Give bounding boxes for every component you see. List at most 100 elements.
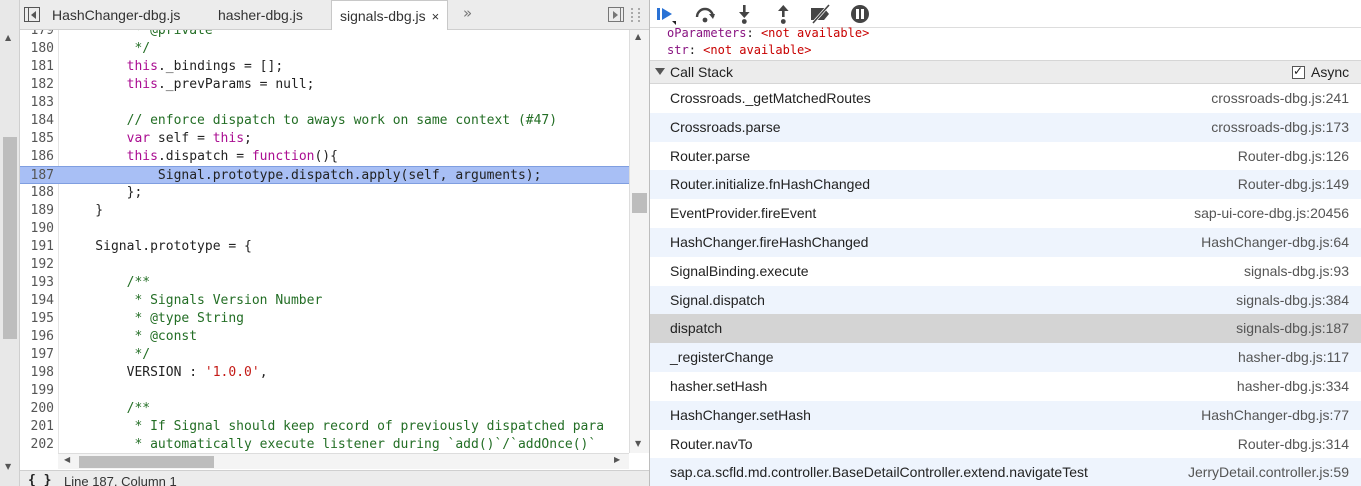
line-number[interactable]: 182 <box>20 76 54 94</box>
line-number[interactable]: 181 <box>20 58 54 76</box>
scrollbar-thumb[interactable] <box>79 456 214 468</box>
code-line[interactable]: 190 <box>20 220 629 238</box>
tab-signals[interactable]: signals-dbg.js × <box>331 0 449 30</box>
frame-location-link[interactable]: signals-dbg.js:93 <box>1244 257 1349 286</box>
call-frame[interactable]: hasher.setHash hasher-dbg.js:334 <box>650 372 1361 401</box>
editor-horizontal-scrollbar[interactable]: ◀ ▶ <box>58 453 629 469</box>
code-line[interactable]: 195 * @type String <box>20 310 629 328</box>
code-line[interactable]: 183 <box>20 94 629 112</box>
step-over-icon[interactable] <box>694 3 716 25</box>
code-line[interactable]: 188 }; <box>20 184 629 202</box>
scroll-left-arrow-icon[interactable]: ◀ <box>64 455 70 464</box>
code-line[interactable]: 184 // enforce dispatch to aways work on… <box>20 112 629 130</box>
navigator-scrollbar[interactable]: ▲ ▼ <box>0 0 20 486</box>
code-line[interactable]: 199 <box>20 382 629 400</box>
code-line[interactable]: 201 * If Signal should keep record of pr… <box>20 418 629 436</box>
tab-hasher[interactable]: hasher-dbg.js <box>210 0 311 30</box>
frame-location-link[interactable]: signals-dbg.js:187 <box>1236 314 1349 343</box>
line-number[interactable]: 190 <box>20 220 54 238</box>
scope-row[interactable]: str: <not available> <box>667 42 812 58</box>
code-line[interactable]: 182 this._prevParams = null; <box>20 76 629 94</box>
call-frame[interactable]: Crossroads._getMatchedRoutes crossroads-d… <box>650 84 1361 113</box>
line-number[interactable]: 194 <box>20 292 54 310</box>
call-frame[interactable]: _registerChange hasher-dbg.js:117 <box>650 343 1361 373</box>
toggle-navigator-icon[interactable] <box>24 7 40 22</box>
code-line[interactable]: 196 * @const <box>20 328 629 346</box>
code-line[interactable]: 179 * @private <box>20 30 629 40</box>
line-number[interactable]: 180 <box>20 40 54 58</box>
call-frame[interactable]: Signal.dispatch signals-dbg.js:384 <box>650 285 1361 315</box>
line-number[interactable]: 189 <box>20 202 54 220</box>
line-number[interactable]: 202 <box>20 436 54 453</box>
frame-location-link[interactable]: HashChanger-dbg.js:77 <box>1201 401 1349 430</box>
call-frame[interactable]: SignalBinding.execute signals-dbg.js:93 <box>650 257 1361 286</box>
frame-location-link[interactable]: hasher-dbg.js:117 <box>1238 343 1349 372</box>
more-tabs-chevron-icon[interactable]: » <box>463 4 472 22</box>
close-icon[interactable]: × <box>432 9 440 24</box>
code-line[interactable]: 202 * automatically execute listener dur… <box>20 436 629 453</box>
line-number[interactable]: 185 <box>20 130 54 148</box>
call-frame[interactable]: Router.initialize.fnHashChanged Router-db… <box>650 170 1361 200</box>
pane-resizer-grip-icon[interactable] <box>631 8 640 22</box>
code-line[interactable]: 186 this.dispatch = function(){ <box>20 148 629 166</box>
tab-hashchanger[interactable]: HashChanger-dbg.js <box>44 0 188 30</box>
code-line[interactable]: 197 */ <box>20 346 629 364</box>
pause-on-exceptions-icon[interactable] <box>849 3 871 25</box>
code-editor[interactable]: 179 * @private 180 */181 this._bindings =… <box>20 30 629 453</box>
scroll-up-arrow-icon[interactable]: ▲ <box>635 32 641 41</box>
frame-location-link[interactable]: signals-dbg.js:384 <box>1236 286 1349 315</box>
call-frame[interactable]: HashChanger.setHash HashChanger-dbg.js:77 <box>650 400 1361 430</box>
code-line[interactable]: 185 var self = this; <box>20 130 629 148</box>
line-number[interactable]: 200 <box>20 400 54 418</box>
resume-icon[interactable] <box>654 3 677 26</box>
step-into-icon[interactable] <box>733 3 755 25</box>
scrollbar-thumb[interactable] <box>3 137 17 339</box>
call-stack-header[interactable]: Call Stack Async <box>650 60 1361 84</box>
line-number[interactable]: 193 <box>20 274 54 292</box>
code-line[interactable]: 194 * Signals Version Number <box>20 292 629 310</box>
line-number[interactable]: 196 <box>20 328 54 346</box>
line-number[interactable]: 184 <box>20 112 54 130</box>
code-line[interactable]: 189 } <box>20 202 629 220</box>
async-checkbox[interactable]: Async <box>1292 64 1349 80</box>
checkbox-icon[interactable] <box>1292 64 1305 79</box>
frame-location-link[interactable]: crossroads-dbg.js:241 <box>1211 84 1349 113</box>
call-frame[interactable]: Router.parse Router-dbg.js:126 <box>650 142 1361 171</box>
frame-location-link[interactable]: hasher-dbg.js:334 <box>1237 372 1349 401</box>
frame-location-link[interactable]: crossroads-dbg.js:173 <box>1211 113 1349 142</box>
code-line[interactable]: 181 this._bindings = []; <box>20 58 629 76</box>
deactivate-breakpoints-icon[interactable] <box>809 3 831 25</box>
expand-triangle-icon[interactable] <box>655 68 665 75</box>
line-number[interactable]: 192 <box>20 256 54 274</box>
line-number[interactable]: 195 <box>20 310 54 328</box>
call-frame[interactable]: Router.navTo Router-dbg.js:314 <box>650 430 1361 459</box>
code-line[interactable]: 192 <box>20 256 629 274</box>
code-line[interactable]: 198 VERSION : '1.0.0', <box>20 364 629 382</box>
call-frame[interactable]: EventProvider.fireEvent sap-ui-core-dbg.j… <box>650 199 1361 228</box>
scroll-up-arrow-icon[interactable]: ▲ <box>5 33 11 42</box>
scrollbar-thumb[interactable] <box>632 193 647 213</box>
line-number[interactable]: 188 <box>20 184 54 202</box>
paused-code-line[interactable]: 187 Signal.prototype.dispatch.apply(self… <box>20 166 629 184</box>
frame-location-link[interactable]: Router-dbg.js:149 <box>1238 170 1349 199</box>
pretty-print-button[interactable]: { } <box>28 473 51 486</box>
line-number[interactable]: 198 <box>20 364 54 382</box>
call-frame[interactable]: HashChanger.fireHashChanged HashChanger-d… <box>650 228 1361 257</box>
editor-vertical-scrollbar[interactable]: ▲ ▼ <box>629 30 649 453</box>
scroll-down-arrow-icon[interactable]: ▼ <box>635 439 641 448</box>
code-line[interactable]: 193 /** <box>20 274 629 292</box>
frame-location-link[interactable]: HashChanger-dbg.js:64 <box>1201 228 1349 257</box>
line-number[interactable]: 191 <box>20 238 54 256</box>
frame-location-link[interactable]: Router-dbg.js:314 <box>1238 430 1349 459</box>
call-frame-selected[interactable]: dispatch signals-dbg.js:187 <box>650 314 1361 344</box>
toggle-debugger-icon[interactable] <box>608 7 624 22</box>
code-line[interactable]: 180 */ <box>20 40 629 58</box>
frame-location-link[interactable]: JerryDetail.controller.js:59 <box>1188 458 1349 486</box>
frame-location-link[interactable]: Router-dbg.js:126 <box>1238 142 1349 171</box>
line-number[interactable]: 179 <box>20 30 54 40</box>
scope-row[interactable]: oParameters: <not available> <box>667 25 869 41</box>
code-line[interactable]: 191 Signal.prototype = { <box>20 238 629 256</box>
call-frame[interactable]: Crossroads.parse crossroads-dbg.js:173 <box>650 112 1361 142</box>
code-line[interactable]: 200 /** <box>20 400 629 418</box>
line-number[interactable]: 187 <box>20 167 54 185</box>
